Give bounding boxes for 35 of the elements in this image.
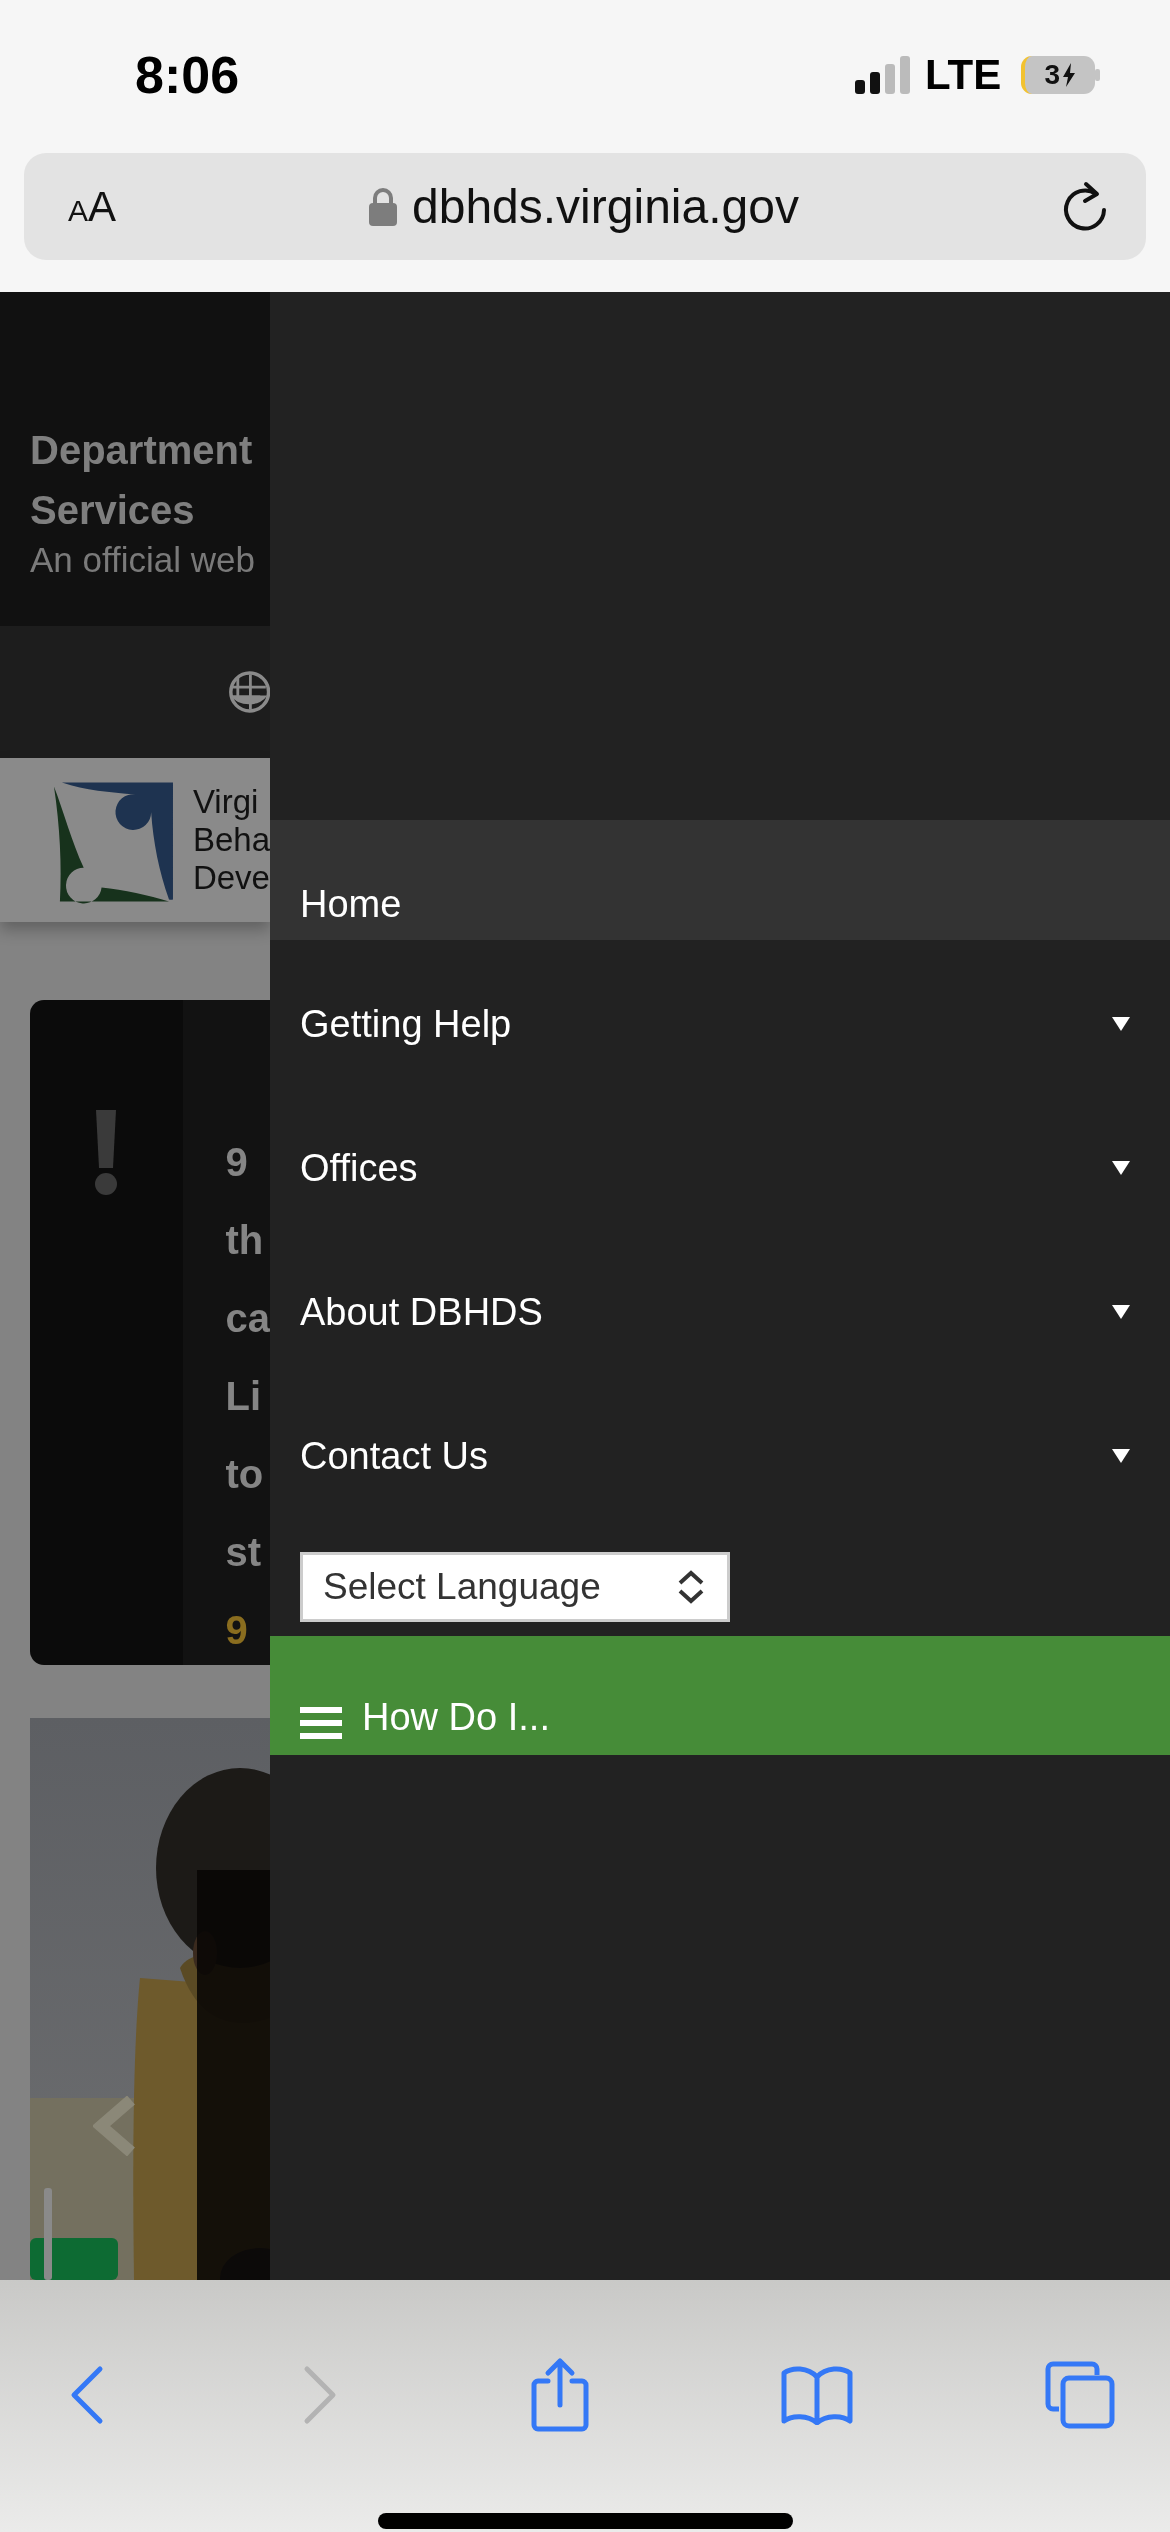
language-select[interactable]: Select Language <box>300 1552 730 1622</box>
logo-text: Beha <box>192 821 270 859</box>
clock-time: 8:06 <box>135 45 241 105</box>
url-text: dbhds.virginia.gov <box>412 179 799 234</box>
how-do-i-bar[interactable]: How Do I... <box>270 1636 1170 1755</box>
lock-icon <box>368 187 398 226</box>
alert-text: ca <box>224 1298 270 1338</box>
menu-item[interactable]: Contact Us <box>270 1372 1170 1516</box>
logo-text: Deve <box>192 859 270 897</box>
alert-text: st <box>224 1532 262 1572</box>
alert-text: 9 <box>224 1142 248 1182</box>
previous-slide-button[interactable] <box>93 2096 135 2156</box>
menu-item[interactable]: Offices <box>270 1084 1170 1228</box>
share-icon[interactable] <box>529 2357 590 2433</box>
menu-item[interactable]: Home <box>270 820 1170 940</box>
menu-icon <box>300 1707 342 1739</box>
menu-item[interactable]: About DBHDS <box>270 1228 1170 1372</box>
alert-text: 9 <box>224 1610 248 1650</box>
tabs-icon[interactable] <box>1045 2361 1115 2429</box>
site-title: Department <box>30 427 253 474</box>
site-subtitle: An official web <box>30 540 256 580</box>
address-bar[interactable]: AA dbhds.virginia.gov <box>24 153 1146 260</box>
updown-chevron-icon <box>677 1570 705 1604</box>
text-size-button[interactable]: AA <box>68 182 368 231</box>
bookmarks-icon[interactable] <box>780 2365 855 2425</box>
signal-icon <box>855 56 911 94</box>
menu-item[interactable]: Getting Help <box>270 940 1170 1084</box>
alert-text: th <box>224 1220 264 1260</box>
site-title: Services <box>30 487 195 534</box>
alert-text: to <box>224 1454 264 1494</box>
exclamation-icon <box>94 1110 119 1196</box>
how-do-i-label: How Do I... <box>362 1696 550 1739</box>
alert-text: Li <box>224 1376 262 1416</box>
logo-text: Virgi <box>192 783 260 821</box>
network-label: LTE <box>925 51 1002 99</box>
